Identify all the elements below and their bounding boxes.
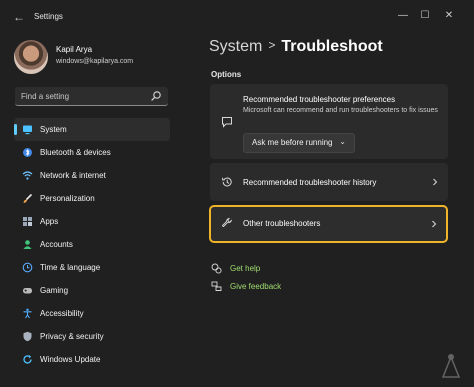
sidebar-item-gaming[interactable]: Gaming <box>14 279 170 302</box>
get-help-label: Get help <box>230 263 261 273</box>
sidebar-item-time-language[interactable]: Time & language <box>14 256 170 279</box>
sidebar-item-label: Time & language <box>40 263 101 272</box>
system-icon <box>23 125 32 135</box>
sidebar-item-network-internet[interactable]: Network & internet <box>14 164 170 187</box>
sidebar-item-label: Bluetooth & devices <box>40 148 111 157</box>
history-icon <box>222 177 232 187</box>
accessibility-icon <box>23 308 32 319</box>
preferences-title: Recommended troubleshooter preferences <box>243 95 396 104</box>
sidebar-item-system[interactable]: System <box>14 118 170 141</box>
sidebar-item-label: Personalization <box>40 194 95 203</box>
time-language-icon <box>22 262 33 273</box>
close-icon[interactable]: ✕ <box>440 8 458 24</box>
sidebar-item-accounts[interactable]: Accounts <box>14 233 170 256</box>
chevron-right-icon <box>433 178 438 186</box>
chevron-right-icon <box>432 220 437 228</box>
network-icon <box>22 171 33 180</box>
maximize-icon[interactable]: ☐ <box>416 8 434 24</box>
shield-icon <box>23 331 32 342</box>
avatar <box>14 40 48 74</box>
page-title: Troubleshoot <box>281 38 383 55</box>
user-profile[interactable]: Kapil Arya windows@kapilarya.com <box>14 40 194 76</box>
help-icon <box>211 263 222 274</box>
sidebar-item-label: Windows Update <box>40 355 101 364</box>
give-feedback-label: Give feedback <box>230 281 282 291</box>
search-icon[interactable] <box>150 90 162 102</box>
sidebar-item-label: Privacy & security <box>40 332 104 341</box>
search-input[interactable] <box>21 90 141 102</box>
other-troubleshooters-title: Other troubleshooters <box>243 219 321 228</box>
wrench-icon <box>222 217 232 227</box>
breadcrumb: System > Troubleshoot <box>209 38 383 56</box>
chevron-down-icon: ⌄ <box>339 137 346 146</box>
settings-window: ← Settings — ☐ ✕ Kapil Arya windows@kapi… <box>0 0 474 387</box>
active-indicator <box>14 124 17 135</box>
history-title: Recommended troubleshooter history <box>243 178 377 187</box>
window-title: Settings <box>34 12 63 21</box>
sidebar-item-privacy-security[interactable]: Privacy & security <box>14 325 170 348</box>
sidebar-item-label: Gaming <box>40 286 69 295</box>
preferences-description: Microsoft can recommend and run troubles… <box>243 107 438 114</box>
troubleshooter-preferences-card: Recommended troubleshooter preferences M… <box>210 84 448 159</box>
title-bar: ← Settings — ☐ ✕ <box>0 0 474 34</box>
breadcrumb-parent[interactable]: System <box>209 38 262 55</box>
section-label-options: Options <box>211 70 242 79</box>
gaming-icon <box>23 288 32 294</box>
bluetooth-icon <box>23 148 32 157</box>
sidebar-nav: System Bluetooth & devices Network & int… <box>14 118 170 371</box>
watermark-logo-icon <box>441 354 461 378</box>
breadcrumb-separator: > <box>268 38 276 52</box>
sidebar-item-label: Accounts <box>40 240 73 249</box>
sidebar-item-accessibility[interactable]: Accessibility <box>14 302 170 325</box>
dropdown-value: Ask me before running <box>252 138 333 147</box>
sidebar-item-bluetooth-devices[interactable]: Bluetooth & devices <box>14 141 170 164</box>
preferences-dropdown[interactable]: Ask me before running ⌄ <box>243 133 355 153</box>
sidebar-item-label: Apps <box>40 217 59 226</box>
apps-icon <box>23 217 32 226</box>
sidebar-item-personalization[interactable]: Personalization <box>14 187 170 210</box>
accounts-icon <box>23 240 32 249</box>
sidebar-item-label: System <box>40 125 67 134</box>
feedback-icon <box>211 281 222 291</box>
chat-icon <box>222 117 232 128</box>
brush-icon <box>23 193 33 203</box>
get-help-link[interactable]: Get help <box>211 262 260 274</box>
sidebar-item-label: Accessibility <box>40 309 84 318</box>
user-name: Kapil Arya <box>56 45 93 54</box>
sidebar-item-windows-update[interactable]: Windows Update <box>14 348 170 371</box>
sidebar-item-label: Network & internet <box>40 171 106 180</box>
other-troubleshooters-card[interactable]: Other troubleshooters <box>209 205 448 243</box>
give-feedback-link[interactable]: Give feedback <box>211 280 281 292</box>
back-arrow-icon[interactable]: ← <box>12 10 26 24</box>
minimize-icon[interactable]: — <box>394 8 412 24</box>
user-email: windows@kapilarya.com <box>56 58 134 65</box>
sidebar-item-apps[interactable]: Apps <box>14 210 170 233</box>
update-icon <box>23 355 32 364</box>
troubleshooter-history-card[interactable]: Recommended troubleshooter history <box>210 163 448 201</box>
search-box[interactable] <box>15 87 168 106</box>
